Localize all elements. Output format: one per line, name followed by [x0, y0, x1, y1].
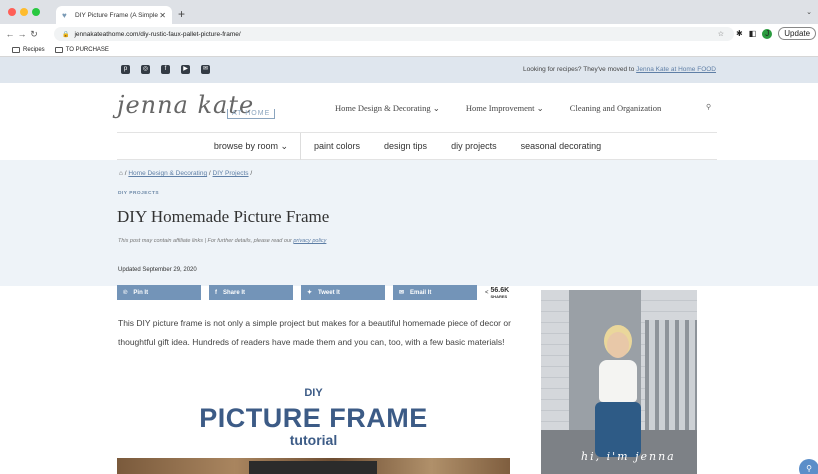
- nav-home-design[interactable]: Home Design & Decorating ⌄: [335, 103, 440, 114]
- main-nav: Home Design & Decorating ⌄ Home Improvem…: [335, 103, 661, 114]
- logo-home-icon: AT HOME: [227, 109, 276, 119]
- update-button[interactable]: Update: [778, 27, 817, 40]
- twitter-icon: ✦: [307, 290, 313, 296]
- bookmarks-bar: Recipes TO PURCHASE: [0, 44, 818, 57]
- pinterest-icon: ℗: [123, 289, 128, 296]
- person-legs: [595, 402, 641, 457]
- article-intro: This DIY picture frame is not only a sim…: [118, 318, 511, 347]
- minimize-window-dot[interactable]: [20, 8, 28, 16]
- author-photo[interactable]: hi, i'm jenna: [541, 290, 697, 474]
- pin-image-line3: tutorial: [289, 432, 338, 448]
- share-label: Pin It: [133, 289, 149, 296]
- social-links: p ◎ f ▶ ✉: [121, 65, 210, 74]
- new-tab-button[interactable]: +: [178, 7, 185, 21]
- folder-icon: [54, 47, 63, 53]
- affiliate-disclaimer: This post may contain affiliate links | …: [118, 238, 326, 244]
- back-arrow-icon[interactable]: ←: [4, 29, 16, 39]
- folder-icon: [12, 47, 20, 53]
- instagram-icon[interactable]: ◎: [141, 65, 150, 74]
- share-it-button[interactable]: f Share It: [209, 285, 293, 300]
- reload-icon[interactable]: ↻: [28, 29, 40, 40]
- web-page: p ◎ f ▶ ✉ Looking for recipes? They've m…: [0, 57, 818, 474]
- browser-titlebar: ♥ DIY Picture Frame (A Simple H ✕ + ⌄: [0, 0, 818, 24]
- facebook-icon: f: [215, 289, 217, 296]
- frame-center: [249, 461, 377, 474]
- category-nav: browse by room ⌄ paint colors design tip…: [117, 132, 717, 160]
- recipes-notice-text: Looking for recipes? They've moved to: [523, 66, 637, 73]
- pin-image-line1: DIY: [304, 387, 323, 399]
- tab-close-icon[interactable]: ✕: [159, 11, 166, 20]
- email-icon[interactable]: ✉: [201, 65, 210, 74]
- breadcrumb-home-design[interactable]: Home Design & Decorating: [128, 170, 207, 177]
- profile-avatar[interactable]: J: [762, 28, 773, 39]
- search-icon[interactable]: ⚲: [706, 103, 711, 111]
- share-bar: ℗ Pin It f Share It ✦ Tweet It ✉ Email It < …: [117, 285, 509, 300]
- photo-person: [591, 332, 643, 457]
- disclaimer-text: This post may contain affiliate links | …: [118, 238, 294, 244]
- extensions-icon[interactable]: ✱: [736, 29, 743, 38]
- category-label[interactable]: DIY PROJECTS: [118, 191, 159, 196]
- close-window-dot[interactable]: [8, 8, 16, 16]
- address-bar[interactable]: 🔒 jennakateathome.com/diy-rustic-faux-pa…: [54, 27, 734, 41]
- pin-it-button[interactable]: ℗ Pin It: [117, 285, 201, 300]
- nav-home-improvement[interactable]: Home Improvement ⌄: [466, 103, 544, 114]
- bookmark-star-icon[interactable]: ☆: [718, 30, 724, 38]
- bookmark-to-purchase[interactable]: TO PURCHASE: [54, 47, 109, 53]
- pin-image-line2: PICTURE FRAME: [199, 403, 428, 433]
- facebook-icon[interactable]: f: [161, 65, 170, 74]
- site-favicon-icon: ♥: [62, 10, 67, 20]
- share-count-number: 56.6K: [490, 286, 510, 294]
- share-count: < 56.6K SHARES: [485, 287, 509, 299]
- url-text: jennakateathome.com/diy-rustic-faux-pall…: [74, 30, 241, 38]
- bookmark-recipes[interactable]: Recipes: [12, 47, 45, 53]
- browser-toolbar: ← → ↻ 🔒 jennakateathome.com/diy-rustic-f…: [0, 24, 818, 44]
- bookmark-label: TO PURCHASE: [65, 47, 109, 53]
- share-icon: <: [485, 289, 489, 296]
- browse-by-room-dropdown[interactable]: browse by room ⌄: [117, 132, 301, 160]
- home-icon[interactable]: ⌂ /: [119, 170, 128, 177]
- cat-paint-colors[interactable]: paint colors: [314, 141, 360, 151]
- share-label: Email It: [410, 289, 432, 296]
- page-title: DIY Homemade Picture Frame: [117, 207, 330, 226]
- photo-railing: [645, 320, 697, 440]
- tab-search-icon[interactable]: ⌄: [806, 8, 812, 16]
- site-logo[interactable]: jenna kate AT HOME: [117, 89, 287, 129]
- browser-tab[interactable]: ♥ DIY Picture Frame (A Simple H ✕: [56, 6, 172, 24]
- author-greeting: hi, i'm jenna: [581, 450, 676, 463]
- person-torso: [599, 360, 637, 402]
- recipes-notice: Looking for recipes? They've moved to Je…: [523, 66, 716, 73]
- forward-arrow-icon[interactable]: →: [16, 29, 28, 39]
- nav-cleaning[interactable]: Cleaning and Organization: [570, 103, 661, 114]
- tab-title: DIY Picture Frame (A Simple H: [75, 11, 160, 19]
- food-site-link[interactable]: Jenna Kate at Home FOOD: [636, 66, 716, 73]
- pin-image[interactable]: DIY PICTURE FRAME tutorial: [117, 379, 510, 474]
- person-head: [607, 332, 629, 358]
- tweet-it-button[interactable]: ✦ Tweet It: [301, 285, 385, 300]
- updated-date: Updated September 29, 2020: [118, 267, 197, 273]
- breadcrumb-diy-projects[interactable]: DIY Projects: [213, 170, 249, 177]
- cat-seasonal-decorating[interactable]: seasonal decorating: [521, 141, 602, 151]
- share-label: Tweet It: [318, 289, 340, 296]
- cat-design-tips[interactable]: design tips: [384, 141, 427, 151]
- sidepanel-icon[interactable]: ◧: [749, 29, 757, 38]
- floating-search-button[interactable]: ⚲: [799, 459, 818, 474]
- cat-diy-projects[interactable]: diy projects: [451, 141, 497, 151]
- bookmark-label: Recipes: [23, 47, 45, 53]
- share-count-label: SHARES: [490, 293, 508, 299]
- email-it-button[interactable]: ✉ Email It: [393, 285, 477, 300]
- article-header: ⌂ / Home Design & Decorating / DIY Proje…: [0, 160, 818, 286]
- share-label: Share It: [223, 289, 246, 296]
- email-icon: ✉: [399, 290, 405, 296]
- breadcrumb-end: /: [248, 170, 253, 177]
- site-topbar: p ◎ f ▶ ✉ Looking for recipes? They've m…: [0, 57, 818, 83]
- pinterest-icon[interactable]: p: [121, 65, 130, 74]
- breadcrumb: ⌂ / Home Design & Decorating / DIY Proje…: [119, 170, 252, 177]
- privacy-policy-link[interactable]: privacy policy: [293, 238, 326, 244]
- youtube-icon[interactable]: ▶: [181, 65, 190, 74]
- zoom-window-dot[interactable]: [32, 8, 40, 16]
- lock-icon: 🔒: [62, 31, 70, 38]
